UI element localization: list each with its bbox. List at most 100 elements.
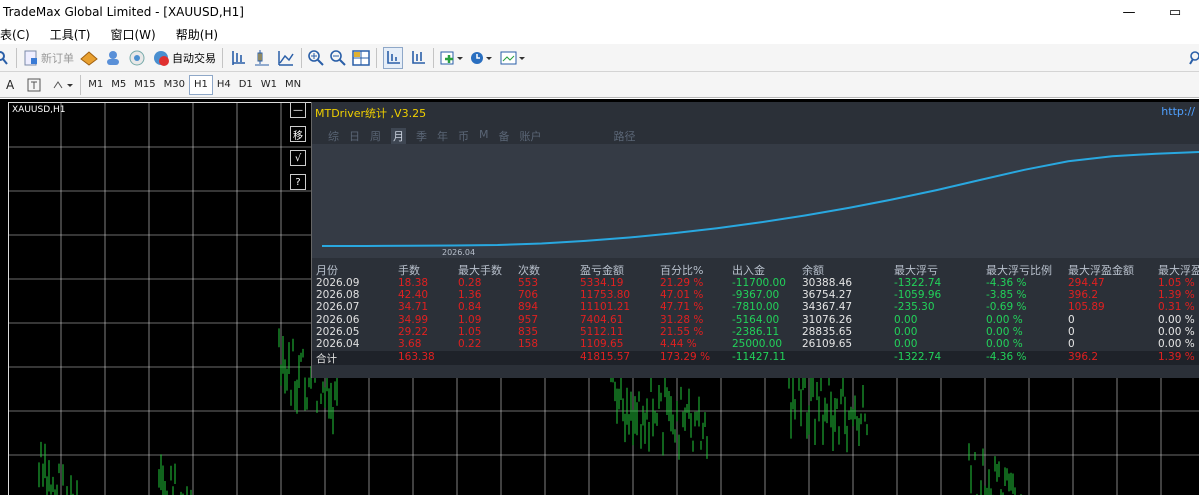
zoom-out-icon[interactable] bbox=[330, 47, 346, 69]
total-cell: -4.36 % bbox=[986, 351, 1027, 364]
table-row: 2026.04 3.68 0.22 158 1109.65 4.44 % 25000.00 2… bbox=[312, 338, 1199, 350]
table-cell: 5112.11 bbox=[580, 325, 624, 338]
stats-tab-5[interactable]: 年 bbox=[437, 128, 448, 144]
arrows-icon[interactable] bbox=[52, 74, 74, 96]
table-cell: 0.22 bbox=[458, 338, 482, 350]
column-header[interactable]: 最大浮盈金额 bbox=[1068, 262, 1134, 278]
table-cell: 34.71 bbox=[398, 301, 429, 314]
table-row: 2026.06 34.99 1.09 957 7404.61 31.28 % -5164.0… bbox=[312, 314, 1199, 326]
menu-tools[interactable]: 工具(T) bbox=[50, 26, 91, 43]
stats-tab-7[interactable]: M bbox=[479, 128, 489, 144]
timeframe-mn[interactable]: MN bbox=[281, 75, 305, 95]
candlestick-icon[interactable] bbox=[253, 47, 271, 69]
bar-chart-icon[interactable] bbox=[229, 47, 247, 69]
column-header[interactable]: 百分比% bbox=[660, 262, 703, 278]
stats-tab-4[interactable]: 季 bbox=[416, 128, 427, 144]
panel-minimize-button[interactable]: — bbox=[290, 102, 306, 118]
minimize-button[interactable]: — bbox=[1114, 2, 1144, 22]
timeframe-m15[interactable]: M15 bbox=[130, 75, 159, 95]
stats-tab-0[interactable]: 综 bbox=[328, 128, 339, 144]
timeframe-w1[interactable]: W1 bbox=[257, 75, 281, 95]
table-cell: 294.47 bbox=[1068, 277, 1105, 289]
stats-tab-11[interactable]: 路径 bbox=[614, 128, 636, 144]
panel-help-button[interactable]: ? bbox=[290, 174, 306, 190]
column-header[interactable]: 最大浮盈 bbox=[1158, 262, 1199, 278]
table-cell: 0 bbox=[1068, 313, 1075, 326]
table-cell: 34.99 bbox=[398, 313, 429, 326]
stats-tab-2[interactable]: 周 bbox=[370, 128, 381, 144]
column-header[interactable]: 月份 bbox=[316, 262, 338, 278]
table-cell: -4.36 % bbox=[986, 277, 1027, 289]
panel-move-button[interactable]: 移 bbox=[290, 126, 306, 142]
timeframe-m30[interactable]: M30 bbox=[160, 75, 189, 95]
templates-icon[interactable] bbox=[500, 47, 526, 69]
table-cell: -7810.00 bbox=[732, 301, 780, 314]
menu-help[interactable]: 帮助(H) bbox=[176, 26, 218, 43]
timeframe-h1[interactable]: H1 bbox=[188, 74, 213, 95]
accounts-icon[interactable] bbox=[104, 47, 122, 69]
table-cell: 0.00 bbox=[894, 338, 918, 350]
table-cell: 1.05 % bbox=[1158, 277, 1195, 289]
table-cell: 0.28 bbox=[458, 277, 482, 289]
table-cell: 11101.21 bbox=[580, 301, 631, 314]
table-cell: 396.2 bbox=[1068, 289, 1099, 302]
column-header[interactable]: 次数 bbox=[518, 262, 540, 278]
indicators-icon[interactable] bbox=[440, 47, 464, 69]
table-cell: -11700.00 bbox=[732, 277, 786, 289]
stats-tab-3[interactable]: 月 bbox=[391, 128, 406, 144]
timeframe-m1[interactable]: M1 bbox=[84, 75, 107, 95]
table-cell: 553 bbox=[518, 277, 539, 289]
column-header[interactable]: 最大浮亏比例 bbox=[986, 262, 1052, 278]
timeframe-h4[interactable]: H4 bbox=[213, 75, 235, 95]
equity-curve-line bbox=[322, 151, 1199, 247]
tile-windows-icon[interactable] bbox=[352, 47, 370, 69]
new-order-icon bbox=[24, 50, 37, 65]
new-order-button[interactable]: 新订单 bbox=[23, 47, 74, 69]
text-label-icon[interactable] bbox=[27, 74, 41, 96]
chart-shift-icon[interactable] bbox=[409, 47, 427, 69]
table-cell: 21.55 % bbox=[660, 325, 704, 338]
table-cell: 2026.05 bbox=[316, 325, 360, 338]
line-chart-icon[interactable] bbox=[277, 47, 295, 69]
table-cell: 2026.07 bbox=[316, 301, 360, 314]
table-cell: 47.71 % bbox=[660, 301, 704, 314]
table-cell: 2026.06 bbox=[316, 313, 360, 326]
search-icon[interactable] bbox=[1189, 47, 1199, 69]
text-tool[interactable]: A bbox=[6, 74, 14, 96]
signals-icon[interactable] bbox=[128, 47, 146, 69]
column-header[interactable]: 最大浮亏 bbox=[894, 262, 938, 278]
table-cell: 28835.65 bbox=[802, 325, 853, 338]
zoom-glass-icon[interactable] bbox=[0, 47, 10, 69]
menu-chart[interactable]: 表(C) bbox=[0, 26, 30, 43]
stats-tab-9[interactable]: 账户 bbox=[520, 128, 542, 144]
table-cell: 31076.26 bbox=[802, 313, 853, 326]
stats-tabs: 综日周月季年币 M 备账户 路径 bbox=[328, 128, 646, 144]
stats-tab-6[interactable]: 币 bbox=[458, 128, 469, 144]
panel-link[interactable]: http:// bbox=[1161, 105, 1195, 118]
total-cell: 1.39 % bbox=[1158, 351, 1195, 364]
column-header[interactable]: 余额 bbox=[802, 262, 824, 278]
stats-tab-8[interactable]: 备 bbox=[499, 128, 510, 144]
table-cell: 0.31 % bbox=[1158, 301, 1195, 314]
auto-trading-button[interactable]: 自动交易 bbox=[152, 47, 216, 69]
column-header[interactable]: 出入金 bbox=[732, 262, 765, 278]
price-chart[interactable]: XAUUSD,H1 — 移 √ ? MTDriver统计 ,V3.25 http… bbox=[0, 99, 1199, 495]
timeframe-d1[interactable]: D1 bbox=[235, 75, 257, 95]
stats-tab-1[interactable]: 日 bbox=[349, 128, 360, 144]
restore-button[interactable]: ▭ bbox=[1160, 2, 1190, 22]
table-cell: 11753.80 bbox=[580, 289, 631, 302]
periods-icon[interactable] bbox=[470, 47, 494, 69]
column-header[interactable]: 手数 bbox=[398, 262, 420, 278]
panel-check-button[interactable]: √ bbox=[290, 150, 306, 166]
table-cell: 0.00 % bbox=[1158, 325, 1195, 338]
column-header[interactable]: 盈亏金额 bbox=[580, 262, 624, 278]
timeframe-toolbar: A M1 M5 M15 M30 H1 H4 D1 W1 MN bbox=[0, 72, 1199, 98]
timeframe-m5[interactable]: M5 bbox=[107, 75, 130, 95]
column-header[interactable]: 最大手数 bbox=[458, 262, 502, 278]
auto-scroll-icon[interactable] bbox=[383, 46, 403, 69]
table-cell: -0.69 % bbox=[986, 301, 1027, 314]
zoom-in-icon[interactable] bbox=[308, 47, 324, 69]
menu-window[interactable]: 窗口(W) bbox=[110, 26, 155, 43]
table-cell: 0.00 % bbox=[986, 325, 1023, 338]
strategy-tester-icon[interactable] bbox=[80, 47, 98, 69]
